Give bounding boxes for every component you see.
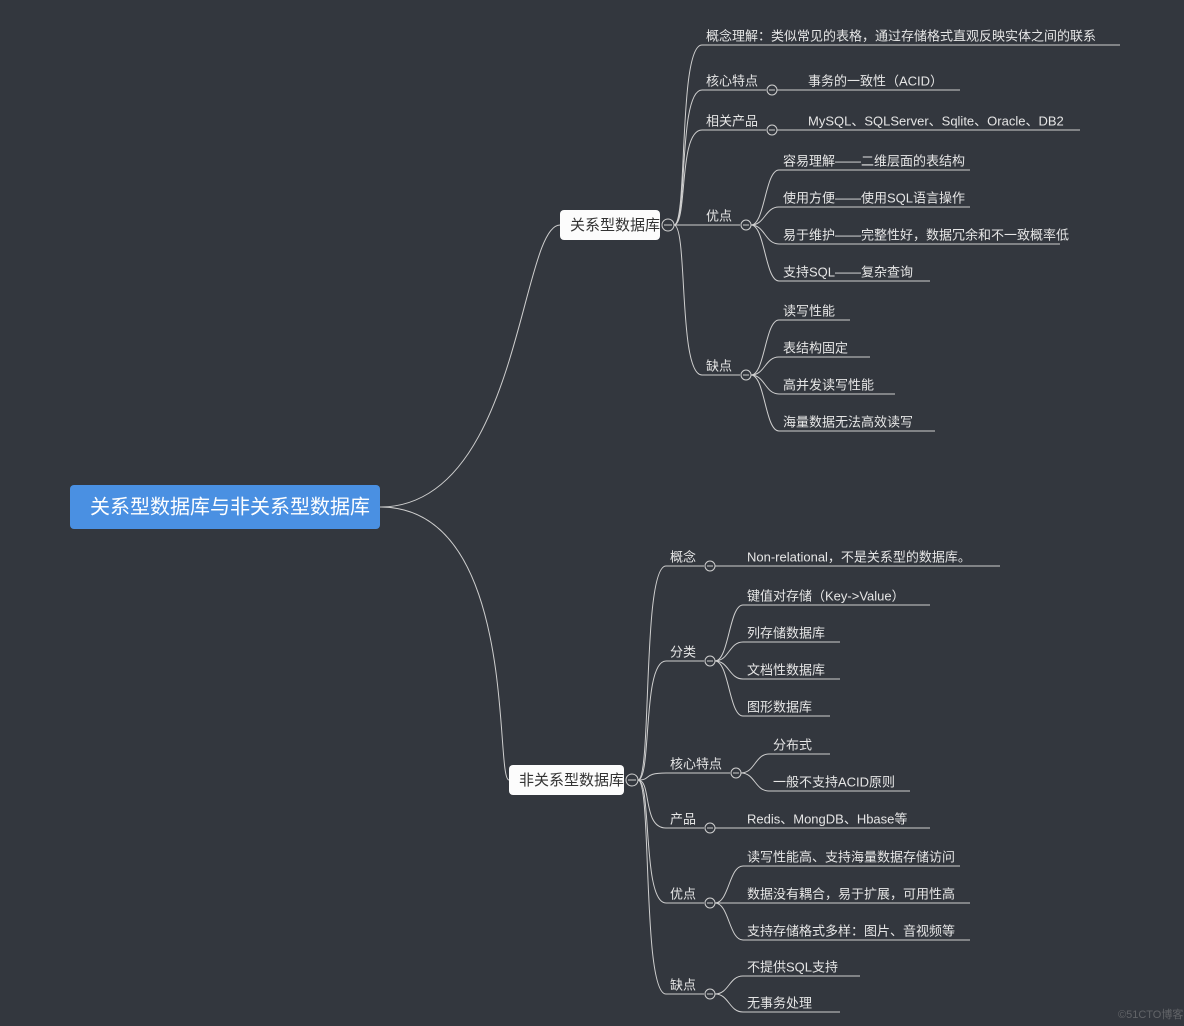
b2-cat4-dot xyxy=(705,898,715,908)
branch-relational[interactable]: 关系型数据库 xyxy=(560,210,660,240)
b2-cat5-c0: 不提供SQL支持 xyxy=(747,959,838,974)
b1-cat2-label: 相关产品 xyxy=(706,113,758,128)
b2-cat4-c2: 支持存储格式多样：图片、音视频等 xyxy=(747,923,955,938)
edge-root-branch1 xyxy=(380,225,560,507)
branch1-label: 关系型数据库 xyxy=(570,217,660,234)
root-node[interactable]: 关系型数据库与非关系型数据库 xyxy=(70,485,380,529)
b1-cat3-c3: 支持SQL——复杂查询 xyxy=(783,264,913,279)
b2-cat4-c0: 读写性能高、支持海量数据存储访问 xyxy=(747,849,955,864)
b2-cat3-dot xyxy=(705,823,715,833)
b1-cat1-dot xyxy=(767,85,777,95)
b2-cat2-dot xyxy=(731,768,741,778)
b1-cat4-c1: 表结构固定 xyxy=(783,340,848,355)
b2-cat2-c1: 一般不支持ACID原则 xyxy=(773,774,895,789)
b2-cat5-label: 缺点 xyxy=(670,977,696,992)
b2-cat1-dot xyxy=(705,656,715,666)
b1-cat4-c3: 海量数据无法高效读写 xyxy=(783,414,913,429)
b1-cat3-c1: 使用方便——使用SQL语言操作 xyxy=(783,190,965,205)
watermark: ©51CTO博客 xyxy=(1118,1007,1183,1021)
b1-cat4-label: 缺点 xyxy=(706,358,732,373)
b2-cat4-label: 优点 xyxy=(670,886,696,901)
b2-cat1-c3: 图形数据库 xyxy=(747,699,812,714)
edge-root-branch2 xyxy=(380,507,509,780)
b1-cat3-label: 优点 xyxy=(706,208,732,223)
b1-cat4-dot xyxy=(741,370,751,380)
b2-cat0-edge xyxy=(638,566,704,780)
b2-cat2-c0: 分布式 xyxy=(773,737,812,752)
b1-cat4-c0: 读写性能 xyxy=(783,303,835,318)
branch1-junction xyxy=(662,219,674,231)
b1-cat1-edge xyxy=(674,90,766,225)
b1-cat0-label: 概念理解：类似常见的表格，通过存储格式直观反映实体之间的联系 xyxy=(706,28,1096,43)
b2-cat0-label: 概念 xyxy=(670,549,696,564)
b1-cat4-edge xyxy=(674,225,740,375)
b2-cat2-label: 核心特点 xyxy=(670,756,722,771)
branch2-label: 非关系型数据库 xyxy=(519,772,624,789)
b2-cat1-label: 分类 xyxy=(670,644,696,659)
b2-cat1-c2: 文档性数据库 xyxy=(747,662,825,677)
b2-cat1-c1: 列存储数据库 xyxy=(747,625,825,640)
root-label: 关系型数据库与非关系型数据库 xyxy=(90,495,370,518)
b2-cat5-c1: 无事务处理 xyxy=(747,995,812,1010)
b2-cat1-c0: 键值对存储（Key->Value） xyxy=(747,588,905,603)
b2-cat0-dot xyxy=(705,561,715,571)
b1-cat1-label: 核心特点 xyxy=(706,73,758,88)
b1-cat1-c0: 事务的一致性（ACID） xyxy=(808,73,943,88)
b2-cat3-label: 产品 xyxy=(670,811,696,826)
b1-cat4-c2: 高并发读写性能 xyxy=(783,377,874,392)
b2-cat4-c1: 数据没有耦合，易于扩展，可用性高 xyxy=(747,886,955,901)
b2-cat3-c0: Redis、MongDB、Hbase等 xyxy=(747,811,907,826)
branch2-junction xyxy=(626,774,638,786)
b1-cat3-c2: 易于维护——完整性好，数据冗余和不一致概率低 xyxy=(783,227,1069,242)
b1-cat2-dot xyxy=(767,125,777,135)
b2-cat5-dot xyxy=(705,989,715,999)
b2-cat0-c0: Non-relational，不是关系型的数据库。 xyxy=(747,549,971,564)
b1-cat2-c0: MySQL、SQLServer、Sqlite、Oracle、DB2 xyxy=(808,113,1064,128)
b2-cat2-edge xyxy=(638,773,730,780)
b1-cat3-c0: 容易理解——二维层面的表结构 xyxy=(783,153,965,168)
b1-cat3-dot xyxy=(741,220,751,230)
branch-nonrelational[interactable]: 非关系型数据库 xyxy=(509,765,624,795)
